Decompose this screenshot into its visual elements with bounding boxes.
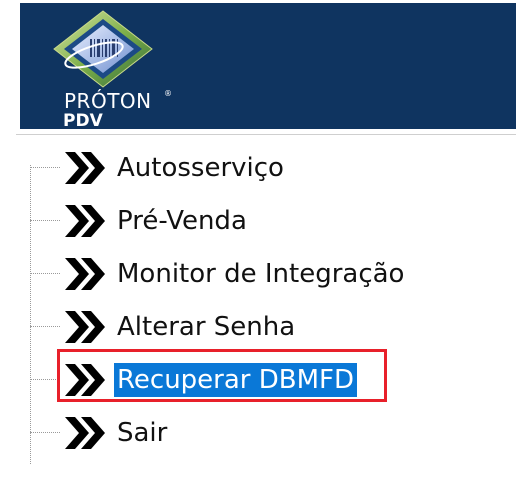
registered-mark: ® [164, 89, 172, 98]
brand-subtitle: PDV [63, 111, 103, 131]
double-chevron-right-icon [65, 258, 105, 290]
double-chevron-right-icon [65, 205, 105, 237]
menu-item-label: Monitor de Integração [117, 259, 405, 289]
menu-item-pre-venda[interactable]: Pré-Venda [30, 195, 510, 245]
double-chevron-right-icon [65, 152, 105, 184]
menu-item-autosservico[interactable]: Autosserviço [30, 142, 510, 192]
tree-branch-line [30, 379, 60, 380]
double-chevron-right-icon [65, 311, 105, 343]
tree-branch-line [30, 220, 60, 221]
tree-branch-line [30, 326, 60, 327]
tree-branch-line [30, 432, 60, 433]
header-banner: PRÓTON ® PDV [20, 3, 516, 131]
double-chevron-right-icon [65, 417, 105, 449]
menu-item-monitor-integracao[interactable]: Monitor de Integração [30, 248, 510, 298]
app-window: PRÓTON ® PDV Autosserviço Pré-Venda Moni… [0, 0, 516, 483]
menu-item-alterar-senha[interactable]: Alterar Senha [30, 301, 510, 351]
menu-item-label: Autosserviço [117, 153, 284, 183]
menu-item-sair[interactable]: Sair [30, 407, 510, 457]
menu-item-label: Alterar Senha [117, 312, 296, 342]
selection-highlight-box [57, 349, 387, 402]
menu-tree: Autosserviço Pré-Venda Monitor de Integr… [16, 134, 516, 483]
menu-item-label: Pré-Venda [117, 206, 247, 236]
tree-branch-line [30, 167, 60, 168]
menu-item-label: Sair [117, 418, 168, 448]
brand-name: PRÓTON [64, 89, 152, 113]
tree-branch-line [30, 273, 60, 274]
